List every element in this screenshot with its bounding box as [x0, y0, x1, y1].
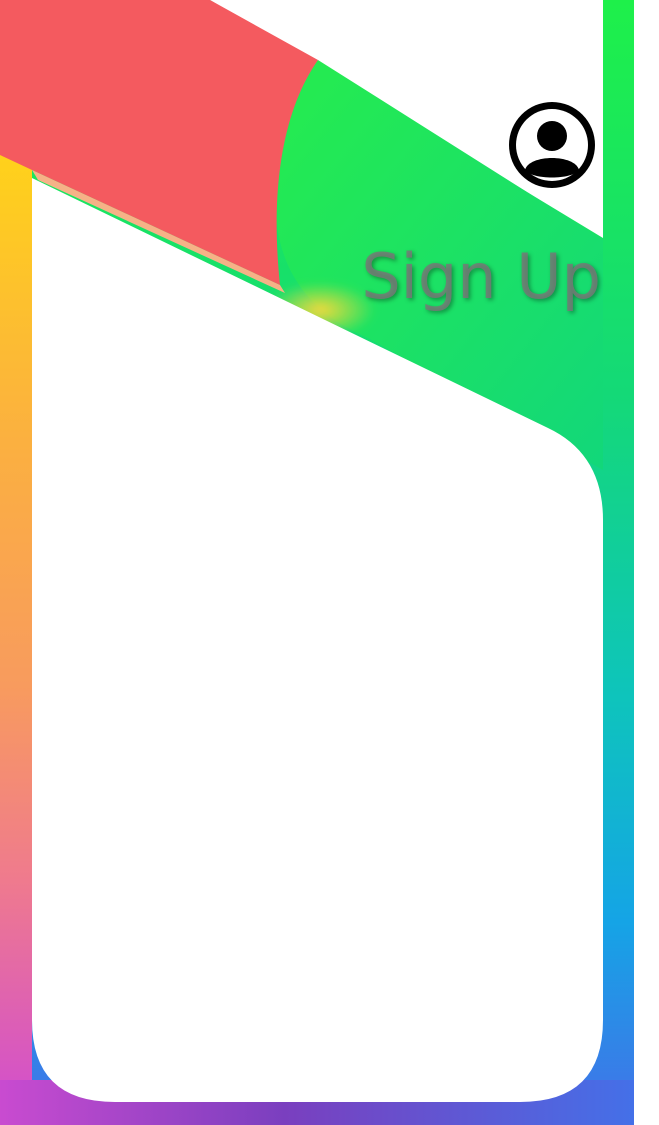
frame-left [0, 150, 32, 1125]
right-margin [634, 0, 659, 1125]
user-circle-icon [509, 102, 595, 188]
user-avatar-button[interactable] [507, 100, 597, 190]
signup-screen: Sign Up [0, 0, 659, 1125]
page-title: Sign Up [361, 240, 601, 313]
signup-form-panel [32, 430, 603, 1102]
